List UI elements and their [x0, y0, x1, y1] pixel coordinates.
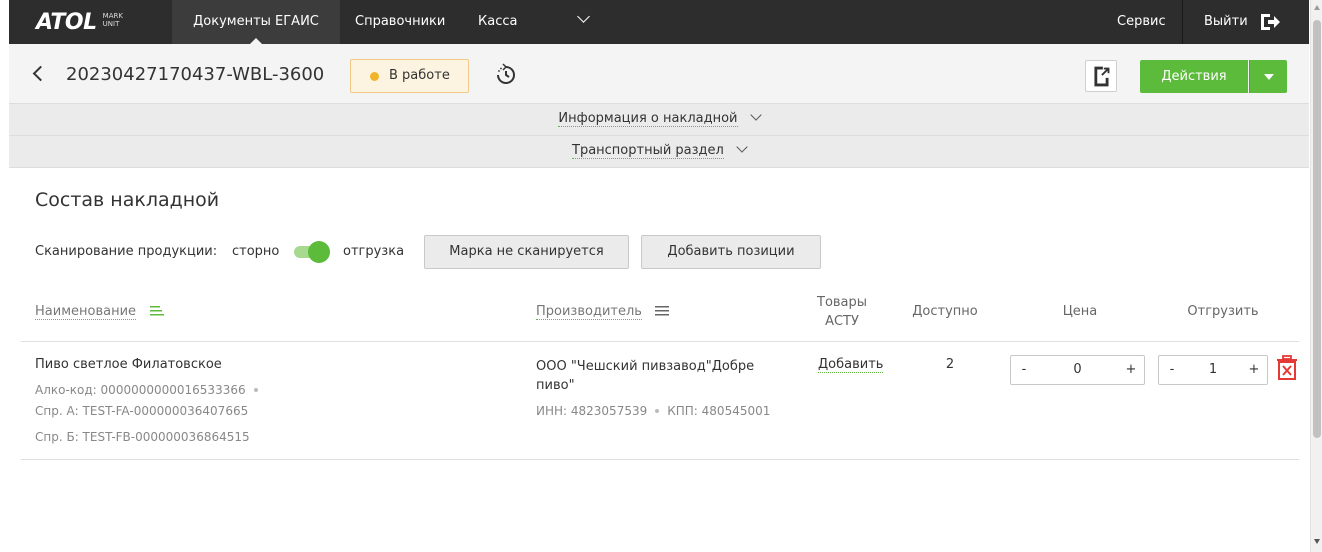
- sort-icon[interactable]: [655, 305, 669, 317]
- nav-item-egais-documents[interactable]: Документы ЕГАИС: [172, 0, 340, 44]
- chevron-down-icon: [736, 141, 748, 153]
- scroll-up-arrow-icon[interactable]: [1314, 5, 1320, 10]
- actions-dropdown-caret-icon[interactable]: [1249, 60, 1287, 93]
- logout-icon[interactable]: [1259, 11, 1281, 33]
- ref-b: Спр. Б: TEST-FB-000000036864515: [35, 430, 250, 444]
- history-icon[interactable]: [493, 62, 519, 88]
- document-number: 20230427170437-WBL-3600: [66, 64, 325, 85]
- invoice-info-section-toggle[interactable]: Информация о накладной: [9, 104, 1309, 136]
- column-header-producer[interactable]: Производитель: [536, 304, 642, 320]
- document-header: 20230427170437-WBL-3600 В работе Действи…: [9, 44, 1309, 104]
- scan-mode-storno-label: сторно: [232, 244, 280, 259]
- export-button[interactable]: [1085, 60, 1117, 92]
- add-goods-link[interactable]: Добавить: [818, 357, 884, 373]
- status-badge: В работе: [350, 59, 469, 93]
- logout-button[interactable]: Выйти: [1204, 0, 1248, 44]
- alco-code: Алко-код: 0000000000016533366: [35, 383, 266, 397]
- producer-inn-kpp: ИНН: 4823057539 КПП: 480545001: [536, 404, 771, 418]
- mark-not-scanned-button[interactable]: Марка не сканируется: [424, 235, 629, 269]
- scan-mode-shipment-label: отгрузка: [343, 244, 405, 259]
- producer-name: ООО "Чешский пивзавод"Добре пиво": [536, 359, 755, 393]
- logo-subtitle: MARK UNIT: [102, 12, 123, 28]
- column-header-ship: Отгрузить: [1187, 304, 1259, 319]
- column-header-goods-astu: Товары АСТУ: [817, 295, 868, 329]
- product-name: Пиво светлое Филатовское: [35, 357, 222, 372]
- sort-active-icon[interactable]: [150, 305, 164, 317]
- nav-item-directories[interactable]: Справочники: [355, 0, 445, 44]
- transport-section-toggle[interactable]: Транспортный раздел: [9, 136, 1309, 168]
- actions-button[interactable]: Действия: [1140, 60, 1248, 93]
- ship-decrement-button[interactable]: -: [1159, 356, 1185, 384]
- atol-logo[interactable]: ATOL MARK UNIT: [36, 10, 123, 36]
- status-dot-icon: [370, 72, 379, 81]
- top-navbar: ATOL MARK UNIT Документы ЕГАИС Справочни…: [9, 0, 1309, 44]
- content-title: Состав накладной: [35, 189, 220, 211]
- price-decrement-button[interactable]: -: [1011, 356, 1037, 384]
- app: ATOL MARK UNIT Документы ЕГАИС Справочни…: [9, 0, 1309, 552]
- ship-input[interactable]: 1: [1185, 356, 1241, 384]
- scroll-down-arrow-icon[interactable]: [1314, 539, 1320, 544]
- price-input[interactable]: 0: [1037, 356, 1118, 384]
- scrollbar-thumb[interactable]: [1313, 20, 1321, 438]
- column-header-available: Доступно: [912, 304, 978, 319]
- ref-a: Спр. А: TEST-FA-000000036407665: [35, 404, 249, 418]
- export-icon: [1094, 66, 1110, 87]
- available-count: 2: [945, 357, 955, 372]
- vertical-scrollbar[interactable]: [1310, 0, 1322, 552]
- add-positions-button[interactable]: Добавить позиции: [641, 235, 821, 269]
- column-header-name[interactable]: Наименование: [35, 304, 137, 320]
- delete-icon[interactable]: [1276, 355, 1298, 381]
- more-menu-chevron-icon[interactable]: [571, 0, 595, 44]
- price-increment-button[interactable]: +: [1118, 356, 1144, 384]
- logo-text: ATOL: [36, 10, 97, 35]
- chevron-down-icon: [749, 109, 762, 121]
- browser-frame: ATOL MARK UNIT Документы ЕГАИС Справочни…: [0, 0, 1322, 552]
- column-header-price: Цена: [1062, 304, 1098, 319]
- ship-increment-button[interactable]: +: [1241, 356, 1267, 384]
- scan-mode-toggle[interactable]: [294, 241, 332, 263]
- ship-stepper: - 1 +: [1158, 355, 1268, 385]
- back-arrow-icon[interactable]: [32, 65, 49, 82]
- nav-item-cash-register[interactable]: Касса: [478, 0, 517, 44]
- nav-item-service[interactable]: Сервис: [1117, 0, 1166, 44]
- price-stepper: - 0 +: [1010, 355, 1145, 385]
- scan-label: Сканирование продукции:: [35, 244, 218, 259]
